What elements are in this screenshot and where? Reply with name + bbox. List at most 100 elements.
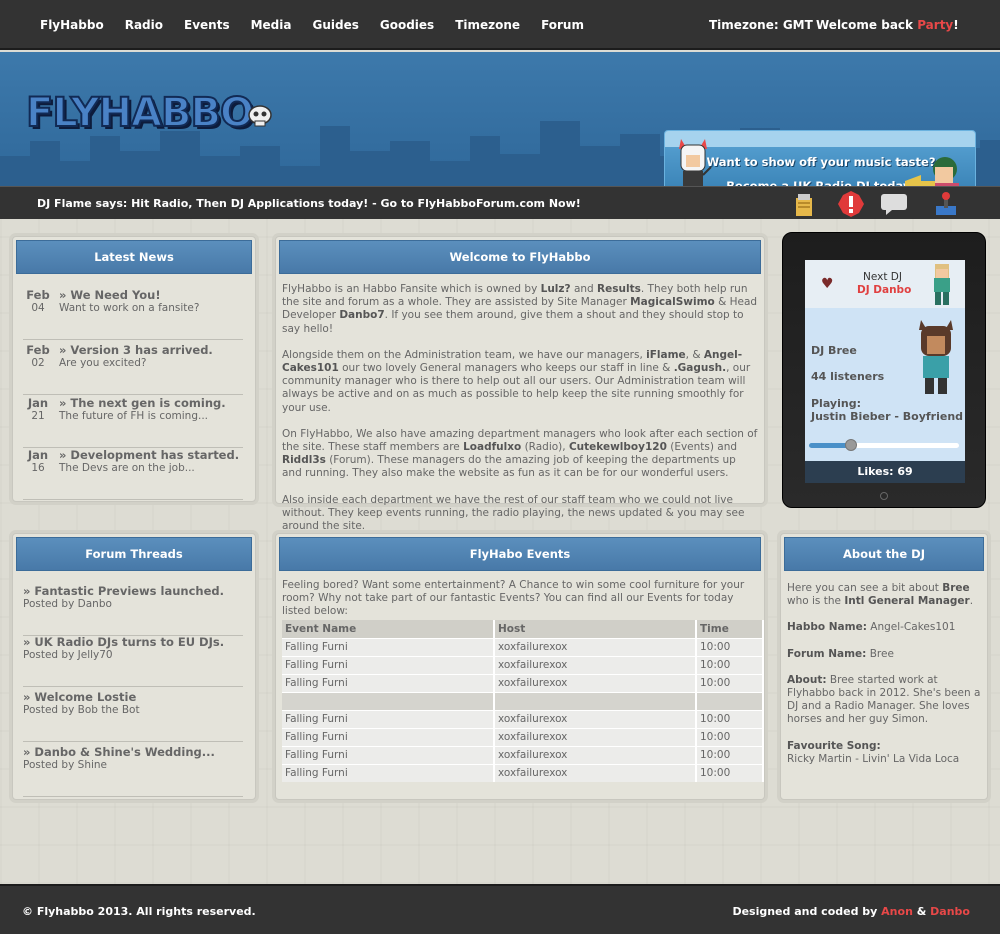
username-link[interactable]: Party [917,18,953,32]
event-time-cell: 10:00 [696,655,764,674]
chat-bubble-icon[interactable] [880,192,908,216]
events-intro: Feeling bored? Want some entertainment? … [282,579,745,618]
latest-news-panel: Latest News Feb 04 » We Need You! Want t… [12,236,256,502]
welcome-paragraph-1: FlyHabbo is an Habbo Fansite which is ow… [282,283,758,336]
news-item[interactable]: Feb 02 » Version 3 has arrived. Are you … [23,343,243,395]
heart-icon[interactable]: ♥ [821,276,834,292]
event-name-cell: Falling Furni [282,673,495,692]
about-song: Favourite Song: Ricky Martin - Livin' La … [787,740,981,766]
staff-name: Cutekewlboy120 [568,441,667,454]
news-subtitle: The Devs are on the job... [59,462,195,474]
news-day: 02 [31,357,45,369]
nav-links: FlyHabbo Radio Events Media Guides Goodi… [40,0,605,50]
thread-title[interactable]: » Danbo & Shine's Wedding... [23,745,215,759]
forum-thread-item[interactable]: » Welcome Lostie Posted by Bob the Bot [23,690,243,742]
thread-title[interactable]: » Welcome Lostie [23,690,136,704]
event-row: Falling Furni xoxfailurexox 10:00 [282,727,764,746]
paragraph-text: Alongside them on the Administration tea… [282,348,647,361]
volume-knob[interactable] [845,439,857,451]
forum-name-value: Bree [866,647,894,660]
news-day: 21 [31,410,45,422]
latest-news-title: Latest News [16,240,252,274]
nav-events[interactable]: Events [184,0,230,50]
joystick-icon[interactable] [934,192,958,216]
paragraph-text: Also inside each department we have the … [282,493,745,533]
thread-title[interactable]: » UK Radio DJs turns to EU DJs. [23,635,224,649]
col-host: Host [494,620,697,638]
nav-guides[interactable]: Guides [312,0,358,50]
nav-timezone[interactable]: Timezone [455,0,520,50]
news-item[interactable]: Jan 21 » The next gen is coming. The fut… [23,396,243,448]
welcome-panel: Welcome to FlyHabbo FlyHabbo is an Habbo… [275,236,765,532]
forum-thread-item[interactable]: » Danbo & Shine's Wedding... Posted by S… [23,745,243,797]
welcome-title: Welcome to FlyHabbo [279,240,761,274]
about-dj-name: Bree [942,582,970,594]
event-host-cell: xoxfailurexox [494,727,697,746]
paragraph-text: and [570,283,598,295]
site-header: FLYHABBO Want to show off your music tas… [0,52,1000,213]
news-subtitle: Want to work on a fansite? [59,302,200,314]
nav-flyhabbo[interactable]: FlyHabbo [40,0,104,50]
about-intro: Here you can see a bit about Bree who is… [787,582,981,608]
news-title[interactable]: » The next gen is coming. [59,396,226,410]
news-month: Feb [26,288,50,302]
col-event-name: Event Name [282,620,495,638]
author-anon-link[interactable]: Anon [881,905,913,918]
welcome-text: FlyHabbo is an Habbo Fansite which is ow… [282,283,758,546]
events-table-body: Falling Furni xoxfailurexox 10:00 Falling F… [282,637,764,782]
forum-thread-item[interactable]: » UK Radio DJs turns to EU DJs. Posted b… [23,635,243,687]
event-name-cell: Falling Furni [282,655,495,674]
event-name-cell: Falling Furni [282,727,495,746]
event-time-cell: 10:00 [696,709,764,728]
skull-icon [248,105,272,127]
event-name-cell: Falling Furni [282,709,495,728]
event-host-cell [494,691,697,710]
nav-goodies[interactable]: Goodies [380,0,434,50]
volume-slider[interactable] [809,439,959,451]
staff-name: Loadfulxo [463,441,522,454]
event-host-cell: xoxfailurexox [494,673,697,692]
about-intro-text: . [969,595,974,608]
event-row: Falling Furni xoxfailurexox 10:00 [282,709,764,728]
news-title[interactable]: » We Need You! [59,288,161,302]
event-host-cell: xoxfailurexox [494,763,697,782]
news-title[interactable]: » Development has started. [59,448,239,462]
event-host-cell: xoxfailurexox [494,655,697,674]
about-bio: About: Bree started work at Flyhabbo bac… [787,674,981,727]
thread-poster: Posted by Bob the Bot [23,704,140,716]
event-row: Falling Furni xoxfailurexox 10:00 [282,637,764,656]
nav-radio[interactable]: Radio [125,0,163,50]
news-month: Jan [27,448,49,462]
author-danbo-link[interactable]: Danbo [930,905,970,918]
alert-icon[interactable] [837,190,865,218]
staff-name: Riddl3s [282,454,326,467]
staff-name: MagicalSwimo [630,296,715,309]
home-button[interactable] [880,492,888,500]
radio-icon[interactable] [792,192,816,216]
about-dj-title: About the DJ [784,537,984,571]
thread-title[interactable]: » Fantastic Previews launched. [23,584,224,598]
news-title[interactable]: » Version 3 has arrived. [59,343,213,357]
paragraph-text: , & [685,348,704,361]
news-item[interactable]: Jan 16 » Development has started. The De… [23,448,243,500]
designed-by-text: Designed and coded by [732,905,882,918]
radio-player-screen: ♥ Next DJ DJ Danbo DJ Bree 44 listeners … [805,260,965,483]
welcome-paragraph-3: On FlyHabbo, We also have amazing depart… [282,428,758,481]
event-row: Falling Furni xoxfailurexox 10:00 [282,655,764,674]
site-logo[interactable]: FLYHABBO [25,89,255,137]
event-row [282,691,764,710]
habbo-name-label: Habbo Name: [787,621,867,634]
current-dj: DJ Bree [811,344,857,357]
news-day: 04 [31,302,45,314]
welcome-prefix: Welcome back [816,18,918,32]
events-title: FlyHabo Events [279,537,761,571]
event-name-cell [282,691,495,710]
forum-thread-item[interactable]: » Fantastic Previews launched. Posted by… [23,584,243,636]
event-name-cell: Falling Furni [282,763,495,782]
nav-forum[interactable]: Forum [541,0,584,50]
news-item[interactable]: Feb 04 » We Need You! Want to work on a … [23,288,243,340]
paragraph-text: FlyHabbo is an Habbo Fansite which is ow… [282,283,541,295]
nav-media[interactable]: Media [251,0,292,50]
staff-name: Lulz? [540,283,571,295]
forum-name-label: Forum Name: [787,647,867,660]
